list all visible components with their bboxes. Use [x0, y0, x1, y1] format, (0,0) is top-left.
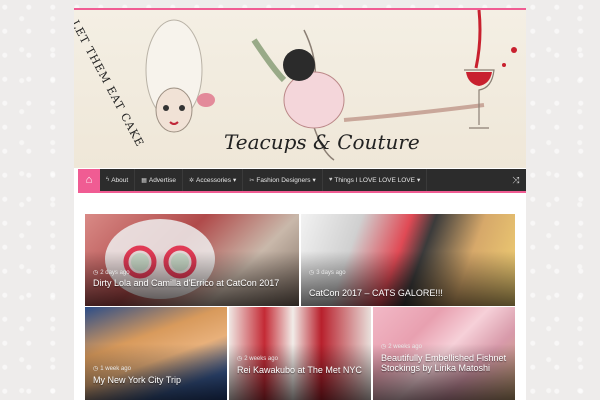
post-title[interactable]: Rei Kawakubo at The Met NYC — [237, 365, 365, 375]
chevron-down-icon: ▾ — [416, 177, 421, 184]
post-title[interactable]: My New York City Trip — [93, 375, 221, 385]
post-title[interactable]: Dirty Lola and Camilla d'Errico at CatCo… — [93, 278, 293, 288]
nav-item-label: Things I LOVE LOVE LOVE — [334, 176, 415, 184]
nav-item-accessories[interactable]: ✲ Accessories ▾ — [183, 169, 244, 191]
post-date: ◷ 2 weeks ago — [381, 343, 422, 351]
post-title[interactable]: Beautifully Embellished Fishnet Stocking… — [381, 353, 509, 373]
grid-icon: ▦ — [141, 177, 147, 184]
clock-icon: ◷ — [381, 344, 387, 350]
nav-item-label: About — [111, 176, 129, 184]
post-date: ◷ 2 weeks ago — [237, 355, 278, 363]
featured-post-tile[interactable]: ◷ 2 weeks ago Rei Kawakubo at The Met NY… — [229, 307, 371, 400]
nav-accent-border — [78, 191, 526, 193]
scissors-icon: ✂ — [249, 177, 255, 184]
nav-item-about[interactable]: ϟ About — [100, 169, 136, 191]
featured-post-tile[interactable]: ◷ 2 days ago Dirty Lola and Camilla d'Er… — [85, 214, 299, 306]
post-date-text: 1 week ago — [100, 365, 131, 372]
featured-post-tile[interactable]: ◷ 2 weeks ago Beautifully Embellished Fi… — [373, 307, 515, 400]
site-title[interactable]: Teacups & Couture — [224, 130, 420, 154]
clock-icon: ◷ — [93, 270, 99, 276]
clock-icon: ◷ — [309, 270, 315, 276]
shuffle-icon: ⤨ — [512, 174, 520, 185]
nav-item-things-i-love[interactable]: ♥ Things I LOVE LOVE LOVE ▾ — [323, 169, 428, 191]
nav-item-label: Advertise — [148, 176, 176, 184]
post-date-text: 2 weeks ago — [388, 343, 422, 350]
featured-post-tile[interactable]: ◷ 1 week ago My New York City Trip — [85, 307, 227, 400]
chevron-down-icon: ▾ — [312, 177, 316, 184]
nav-item-label: Accessories — [196, 176, 232, 184]
post-date: ◷ 3 days ago — [309, 269, 346, 277]
home-icon: ⌂ — [85, 174, 93, 186]
featured-post-tile[interactable]: ◷ 3 days ago CatCon 2017 – CATS GALORE!!… — [301, 214, 515, 306]
clock-icon: ◷ — [93, 366, 99, 372]
bolt-icon: ϟ — [106, 177, 110, 183]
post-title[interactable]: CatCon 2017 – CATS GALORE!!! — [309, 288, 509, 298]
nav-item-label: Fashion Designers — [256, 176, 311, 184]
nav-item-fashion-designers[interactable]: ✂ Fashion Designers ▾ — [243, 169, 323, 191]
page-container: LET THEM EAT CAKE Teacups & Couture ⌂ ϟ … — [74, 8, 526, 400]
nav-home-button[interactable]: ⌂ — [78, 169, 100, 191]
clock-icon: ◷ — [237, 356, 243, 362]
post-date-text: 2 days ago — [100, 269, 130, 276]
post-date: ◷ 2 days ago — [93, 269, 130, 277]
nav-item-advertise[interactable]: ▦ Advertise — [135, 169, 183, 191]
gear-icon: ✲ — [188, 177, 194, 184]
post-date-text: 2 weeks ago — [244, 355, 278, 362]
post-date: ◷ 1 week ago — [93, 365, 131, 373]
featured-posts-grid: ◷ 2 days ago Dirty Lola and Camilla d'Er… — [85, 214, 515, 400]
chevron-down-icon: ▾ — [233, 177, 237, 184]
post-date-text: 3 days ago — [316, 269, 346, 276]
main-navigation: ⌂ ϟ About ▦ Advertise ✲ Accessories ▾ ✂ … — [78, 169, 526, 191]
tile-gradient — [85, 344, 227, 400]
random-post-button[interactable]: ⤨ — [506, 169, 526, 191]
heart-icon: ♥ — [328, 177, 333, 183]
header-banner[interactable]: LET THEM EAT CAKE Teacups & Couture — [74, 10, 526, 168]
